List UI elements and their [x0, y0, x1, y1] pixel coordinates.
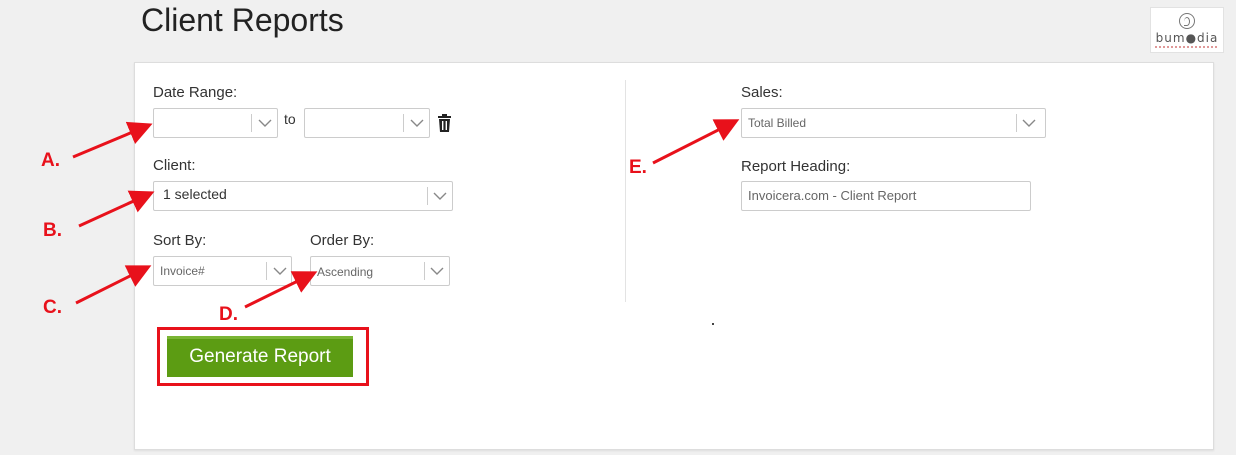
arrow-a	[72, 121, 153, 159]
arrow-d	[244, 271, 318, 309]
arrow-c	[75, 265, 152, 305]
annotation-arrows	[72, 119, 740, 309]
arrow-b	[78, 190, 155, 228]
arrow-e	[652, 119, 740, 165]
